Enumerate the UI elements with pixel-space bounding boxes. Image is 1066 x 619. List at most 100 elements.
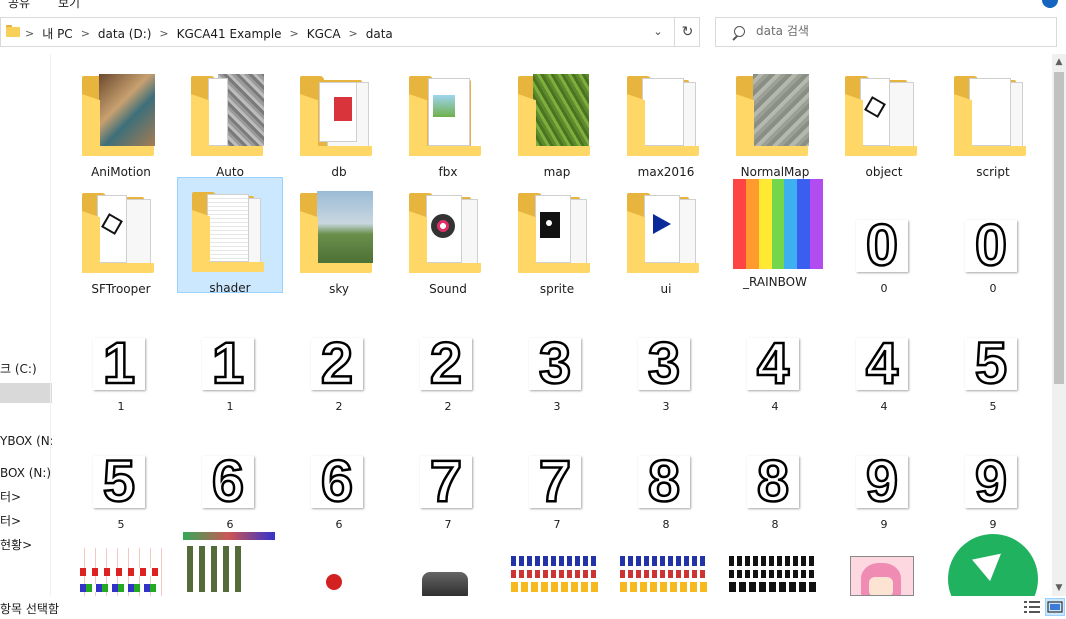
folder-item-db[interactable]: db bbox=[286, 62, 392, 179]
character-portrait-thumbnail[interactable] bbox=[850, 556, 914, 596]
ribbon-tab-view[interactable]: 보기 bbox=[58, 0, 80, 11]
file-name: map bbox=[543, 165, 571, 179]
folder-item-object[interactable]: object bbox=[831, 62, 937, 179]
rainbow-stripe bbox=[745, 179, 759, 269]
chevron-down-icon[interactable]: ⌄ bbox=[650, 24, 666, 40]
digit-thumbnail: 9 bbox=[856, 450, 908, 513]
folder-texture-icon bbox=[733, 72, 817, 162]
scroll-down-icon[interactable]: ▼ bbox=[1052, 580, 1066, 596]
digit-glyph: 8 bbox=[756, 449, 791, 514]
image-item-5[interactable]: 5 5 bbox=[940, 312, 1046, 428]
app-icon-thumbnail[interactable] bbox=[948, 534, 1038, 596]
breadcrumb-this-pc[interactable]: 내 PC bbox=[42, 25, 72, 42]
ribbon-tab-share[interactable]: 공유 bbox=[8, 0, 30, 11]
image-item-4b[interactable]: 4 4 bbox=[831, 312, 937, 428]
navigation-pane: 크 (C:) YBOX (N: BOX (N:) 터> 터> 현황> bbox=[0, 54, 52, 596]
breadcrumb-kgca[interactable]: KGCA bbox=[307, 27, 341, 41]
image-item-1[interactable]: 1 1 bbox=[68, 312, 174, 428]
nav-item-box-n[interactable]: BOX (N:) bbox=[0, 463, 52, 483]
file-name: max2016 bbox=[637, 165, 695, 179]
nav-item-ybox-n[interactable]: YBOX (N: bbox=[0, 431, 52, 451]
digit-thumbnail: 5 bbox=[965, 332, 1017, 395]
folder-item-sky[interactable]: sky bbox=[286, 179, 392, 296]
digit-glyph: 9 bbox=[865, 449, 900, 514]
folder-item-normalmap[interactable]: NormalMap bbox=[722, 62, 828, 179]
search-input[interactable] bbox=[756, 24, 1036, 38]
image-item-2[interactable]: 2 2 bbox=[286, 312, 392, 428]
image-item-8[interactable]: 8 8 bbox=[613, 430, 719, 546]
rainbow-stripe bbox=[810, 179, 824, 269]
chevron-right-icon[interactable]: > bbox=[25, 27, 34, 40]
folder-item-shader[interactable]: shader bbox=[177, 177, 283, 295]
chevron-right-icon[interactable]: > bbox=[159, 27, 168, 40]
digit-glyph: 2 bbox=[320, 331, 355, 396]
nav-item-link-2[interactable]: 터> bbox=[0, 511, 52, 531]
image-item-9[interactable]: 9 9 bbox=[831, 430, 937, 546]
sprite-sheet-thumbnail[interactable] bbox=[74, 548, 166, 596]
folder-item-fbx[interactable]: fbx bbox=[395, 62, 501, 179]
folder-item-ui[interactable]: ui bbox=[613, 179, 719, 296]
folder-item-animotion[interactable]: AniMotion bbox=[68, 62, 174, 179]
sprite-sheet-thumbnail[interactable] bbox=[618, 554, 710, 596]
vertical-scrollbar[interactable]: ▲ ▼ bbox=[1052, 54, 1066, 596]
address-bar[interactable]: > 내 PC > data (D:) > KGCA41 Example > KG… bbox=[0, 17, 700, 47]
image-item-7b[interactable]: 7 7 bbox=[504, 430, 610, 546]
breadcrumb-kgca41-example[interactable]: KGCA41 Example bbox=[177, 27, 282, 41]
digit-thumbnail: 1 bbox=[93, 332, 145, 395]
folder-item-sound[interactable]: Sound bbox=[395, 179, 501, 296]
chevron-right-icon[interactable]: > bbox=[81, 27, 90, 40]
image-item-9b[interactable]: 9 9 bbox=[940, 430, 1046, 546]
folder-item-sftrooper[interactable]: SFTrooper bbox=[68, 179, 174, 296]
sprite-thumbnail[interactable] bbox=[302, 558, 366, 596]
file-name: object bbox=[865, 165, 903, 179]
folder-item-map[interactable]: map bbox=[504, 62, 610, 179]
search-box[interactable] bbox=[715, 17, 1057, 47]
sprite-sheet-thumbnail[interactable] bbox=[183, 532, 275, 596]
sprite-sheet-thumbnail[interactable] bbox=[509, 554, 601, 596]
chevron-right-icon[interactable]: > bbox=[349, 27, 358, 40]
folder-item-script[interactable]: script bbox=[940, 62, 1046, 179]
image-item-5b[interactable]: 5 5 bbox=[68, 430, 174, 546]
nav-item-link-1[interactable]: 터> bbox=[0, 487, 52, 507]
folder-item-auto[interactable]: Auto bbox=[177, 62, 283, 179]
digit-thumbnail: 6 bbox=[311, 450, 363, 513]
image-item-1b[interactable]: 1 1 bbox=[177, 312, 283, 428]
digit-thumbnail: 4 bbox=[747, 332, 799, 395]
image-item-rainbow[interactable]: _RAINBOW bbox=[722, 179, 828, 295]
nav-item-selected[interactable] bbox=[0, 383, 52, 403]
nav-item-status[interactable]: 현황> bbox=[0, 535, 52, 555]
button-thumbnail[interactable] bbox=[420, 570, 472, 596]
folder-item-max2016[interactable]: max2016 bbox=[613, 62, 719, 179]
image-item-0b[interactable]: 0 0 bbox=[940, 194, 1046, 310]
breadcrumb-drive-d[interactable]: data (D:) bbox=[98, 27, 152, 41]
large-icons-view-icon[interactable] bbox=[1045, 598, 1065, 616]
image-item-3[interactable]: 3 3 bbox=[504, 312, 610, 428]
image-item-6[interactable]: 6 6 bbox=[177, 430, 283, 546]
details-view-icon[interactable] bbox=[1023, 600, 1041, 614]
image-item-6b[interactable]: 6 6 bbox=[286, 430, 392, 546]
nav-item-local-disk-c[interactable]: 크 (C:) bbox=[0, 359, 52, 379]
file-name: 6 bbox=[335, 518, 343, 531]
scrollbar-thumb[interactable] bbox=[1054, 72, 1064, 384]
breadcrumb-data[interactable]: data bbox=[366, 27, 393, 41]
folder-item-sprite[interactable]: sprite bbox=[504, 179, 610, 296]
refresh-icon[interactable]: ↻ bbox=[674, 18, 700, 46]
file-name: sky bbox=[329, 282, 349, 296]
image-item-3b[interactable]: 3 3 bbox=[613, 312, 719, 428]
scroll-up-icon[interactable]: ▲ bbox=[1052, 54, 1066, 70]
status-text: 항목 선택함 bbox=[0, 602, 60, 616]
image-item-7[interactable]: 7 7 bbox=[395, 430, 501, 546]
chevron-right-icon[interactable]: > bbox=[290, 27, 299, 40]
image-item-2b[interactable]: 2 2 bbox=[395, 312, 501, 428]
digit-glyph: 0 bbox=[974, 213, 1009, 278]
sprite-sheet-thumbnail[interactable] bbox=[727, 554, 819, 596]
image-item-4[interactable]: 4 4 bbox=[722, 312, 828, 428]
image-item-8b[interactable]: 8 8 bbox=[722, 430, 828, 546]
help-icon[interactable] bbox=[1042, 0, 1058, 8]
file-name: 0 bbox=[989, 282, 997, 295]
digit-thumbnail: 1 bbox=[202, 332, 254, 395]
image-item-0[interactable]: 0 0 bbox=[831, 194, 937, 310]
digit-thumbnail: 3 bbox=[529, 332, 581, 395]
file-name: 6 bbox=[226, 518, 234, 531]
digit-thumbnail: 6 bbox=[202, 450, 254, 513]
